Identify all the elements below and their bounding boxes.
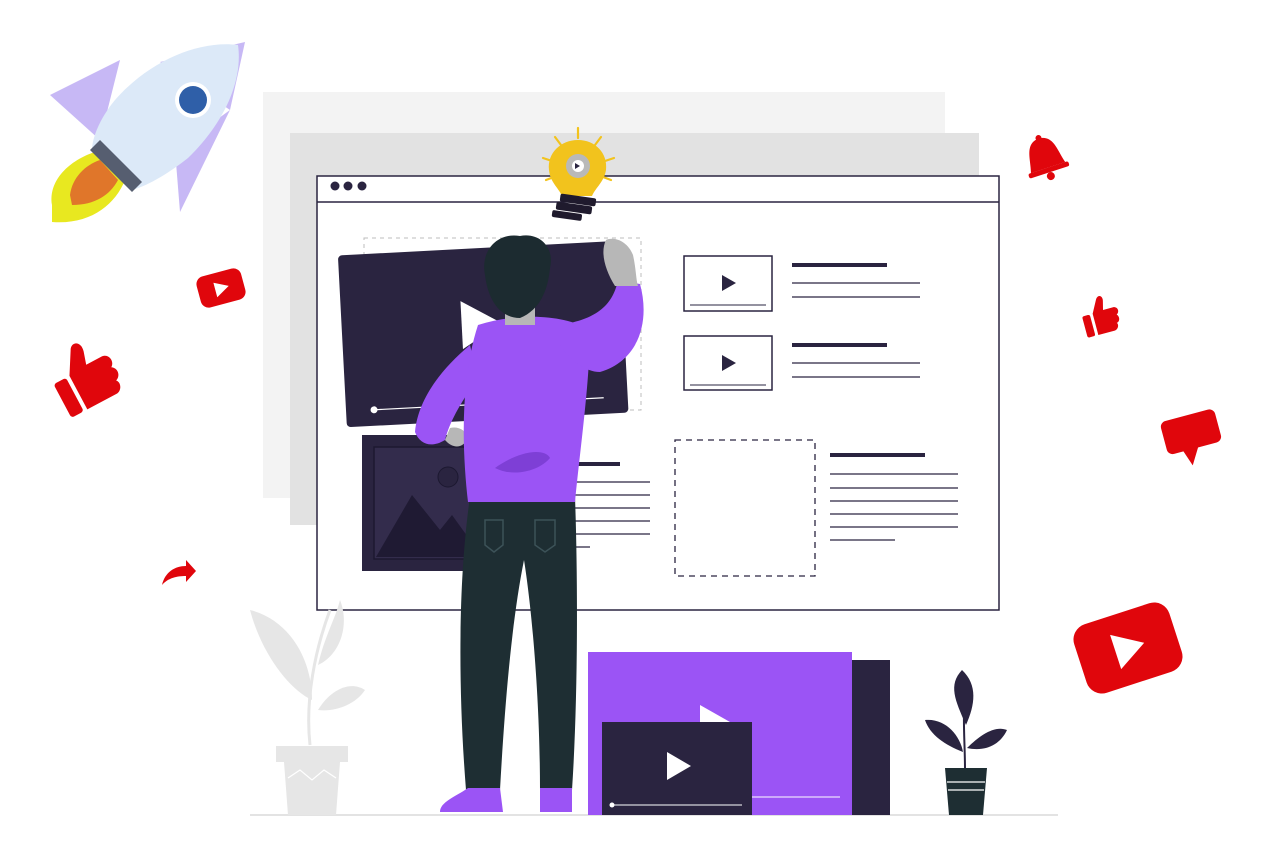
dark-potted-plant: [925, 670, 1007, 815]
youtube-play-icon: [196, 268, 246, 308]
video-card-2-title-line: [792, 343, 887, 347]
grey-potted-plant: [250, 600, 365, 815]
image-card: [362, 435, 482, 571]
window-dots-icon: [330, 181, 367, 191]
person-left-shoe: [440, 788, 503, 812]
image-sun-icon: [437, 466, 459, 488]
youtube-play-icon: [1073, 602, 1183, 694]
thumbs-up-icon: [54, 343, 121, 417]
video-card-1-title-line: [792, 263, 887, 267]
person-pants: [460, 497, 577, 790]
bell-icon: [1028, 135, 1070, 181]
illustration-scene: [50, 42, 1222, 816]
share-arrow-icon: [162, 560, 196, 585]
floor-video-stack: [588, 652, 890, 815]
speech-bubble-icon: [1160, 409, 1222, 466]
browser-window: [316, 175, 1000, 611]
person-right-shoe: [540, 788, 572, 812]
thumbs-up-icon: [1082, 295, 1120, 338]
rocket-icon: [50, 42, 245, 223]
